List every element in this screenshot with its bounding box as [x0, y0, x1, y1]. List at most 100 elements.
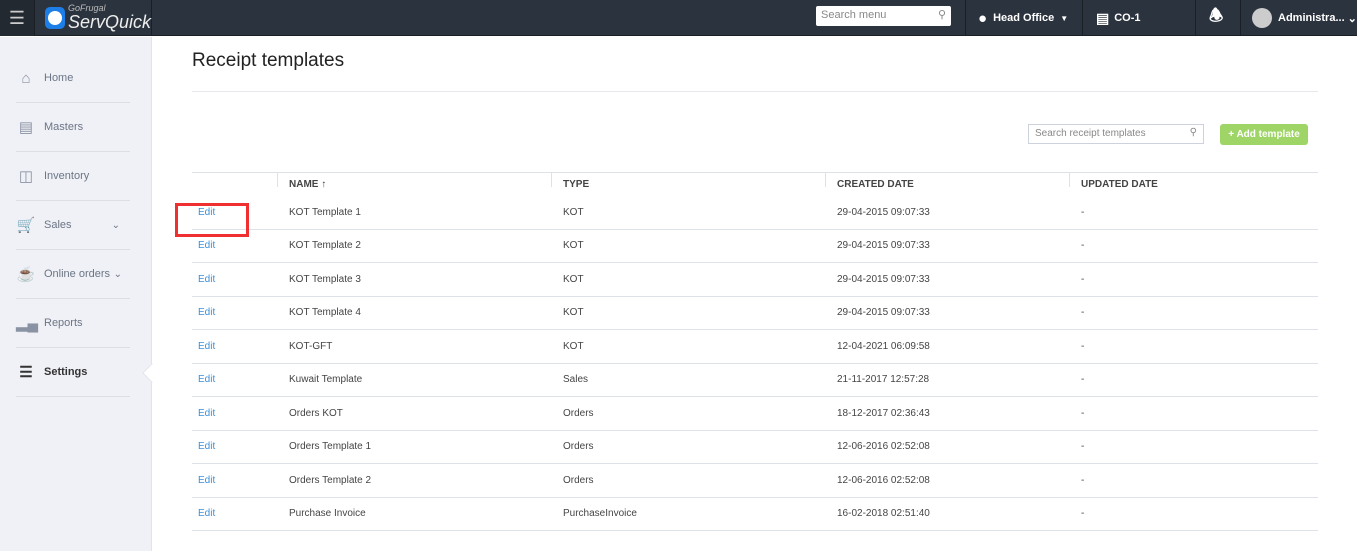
edit-link[interactable]: Edit — [192, 296, 277, 330]
cart-icon: 🛒 — [16, 217, 36, 234]
clock-logo-icon — [45, 7, 65, 29]
name-cell: KOT Template 4 — [277, 296, 551, 330]
created-date-cell: 12-06-2016 02:52:08 — [825, 430, 1069, 464]
templates-table: NAME ↑ TYPE CREATED DATE UPDATED DATE Ed… — [192, 172, 1318, 531]
sidebar-item-label: Online orders — [44, 268, 111, 280]
created-date-cell: 29-04-2015 09:07:33 — [825, 229, 1069, 263]
name-cell: Orders KOT — [277, 396, 551, 431]
masters-icon: ▤ — [18, 119, 34, 136]
table-row: Edit Orders Template 1 Orders 12-06-2016 02… — [192, 430, 1318, 464]
updated-date-cell: - — [1069, 463, 1318, 498]
created-date-cell: 18-12-2017 02:36:43 — [825, 396, 1069, 431]
edit-link[interactable]: Edit — [192, 497, 277, 531]
table-row: Edit KOT-GFT KOT 12-04-2021 06:09:58- — [192, 329, 1318, 364]
location-dropdown[interactable]: ● Head Office ▼ — [978, 0, 1068, 36]
sidebar-item-settings[interactable]: ☰ Settings — [16, 348, 130, 397]
settings-icon: ☰ — [19, 364, 33, 381]
search-placeholder: Search receipt templates — [1035, 128, 1146, 139]
name-cell: KOT Template 1 — [277, 195, 551, 230]
search-menu-input[interactable]: Search menu ⚲ — [816, 6, 951, 26]
name-cell: Purchase Invoice — [277, 497, 551, 531]
type-cell: KOT — [551, 262, 825, 297]
divider — [192, 91, 1318, 92]
type-cell: Sales — [551, 363, 825, 397]
chevron-down-icon: ⌄ — [1347, 12, 1357, 25]
type-cell: Orders — [551, 430, 825, 464]
updated-date-cell: - — [1069, 262, 1318, 297]
sidebar-item-label: Sales — [44, 219, 72, 231]
updated-date-cell: - — [1069, 329, 1318, 364]
sidebar-item-online-orders[interactable]: ☕ Online orders ⌄ — [16, 250, 130, 299]
add-template-button[interactable]: + Add template — [1220, 124, 1308, 145]
column-header-type[interactable]: TYPE — [551, 172, 825, 196]
online-orders-icon: ☕ — [16, 266, 36, 283]
logo-main-text: ServQuick — [67, 12, 151, 32]
type-cell: Orders — [551, 463, 825, 498]
sidebar-item-label: Masters — [44, 121, 84, 133]
created-date-cell: 29-04-2015 09:07:33 — [825, 296, 1069, 330]
pos-terminal-icon: ▤ — [1096, 9, 1110, 26]
sidebar-item-masters[interactable]: ▤ Masters — [16, 103, 130, 152]
edit-link[interactable]: Edit — [192, 463, 277, 498]
updated-date-cell: - — [1069, 363, 1318, 397]
counter-label: CO-1 — [1114, 12, 1141, 24]
column-header-created[interactable]: CREATED DATE — [825, 172, 1069, 196]
column-header-name[interactable]: NAME ↑ — [277, 172, 551, 196]
name-cell: Orders Template 2 — [277, 463, 551, 498]
logo[interactable]: GoFrugal ServQuick — [36, 0, 152, 36]
created-date-cell: 29-04-2015 09:07:33 — [825, 195, 1069, 230]
search-icon: ⚲ — [1189, 127, 1197, 138]
table-row: Edit Purchase Invoice PurchaseInvoice 16-02… — [192, 497, 1318, 531]
user-name: Administra... — [1278, 12, 1345, 24]
edit-link[interactable]: Edit — [192, 430, 277, 464]
reports-icon: ▂▄ — [16, 315, 39, 332]
caret-down-icon: ▼ — [1060, 13, 1069, 23]
menu-icon[interactable]: ☰ — [0, 0, 35, 36]
edit-link[interactable]: Edit — [192, 329, 277, 364]
updated-date-cell: - — [1069, 296, 1318, 330]
created-date-cell: 16-02-2018 02:51:40 — [825, 497, 1069, 531]
user-menu[interactable]: Administra... ⌄ — [1252, 0, 1357, 36]
table-row: Edit KOT Template 2 KOT 29-04-2015 09:07:33… — [192, 229, 1318, 263]
name-cell: KOT-GFT — [277, 329, 551, 364]
type-cell: Orders — [551, 396, 825, 431]
edit-link[interactable]: Edit — [192, 396, 277, 431]
bell-icon[interactable]: 🕭 — [1209, 0, 1223, 36]
name-cell: Kuwait Template — [277, 363, 551, 397]
updated-date-cell: - — [1069, 396, 1318, 431]
type-cell: PurchaseInvoice — [551, 497, 825, 531]
type-cell: KOT — [551, 296, 825, 330]
updated-date-cell: - — [1069, 497, 1318, 531]
name-cell: KOT Template 3 — [277, 262, 551, 297]
column-header-updated[interactable]: UPDATED DATE — [1069, 172, 1318, 196]
counter-selector[interactable]: ▤ CO-1 — [1096, 0, 1141, 36]
name-cell: KOT Template 2 — [277, 229, 551, 263]
search-templates-input[interactable]: Search receipt templates ⚲ — [1028, 124, 1204, 144]
sidebar-item-sales[interactable]: 🛒 Sales ⌄ — [16, 201, 130, 250]
sidebar-item-inventory[interactable]: ◫ Inventory — [16, 152, 130, 201]
type-cell: KOT — [551, 229, 825, 263]
sidebar-item-reports[interactable]: ▂▄ Reports — [16, 299, 130, 348]
table-row: Edit Orders KOT Orders 18-12-2017 02:36:43- — [192, 396, 1318, 431]
created-date-cell: 29-04-2015 09:07:33 — [825, 262, 1069, 297]
sidebar-item-label: Home — [44, 72, 74, 84]
table-row: Edit KOT Template 4 KOT 29-04-2015 09:07:33… — [192, 296, 1318, 330]
edit-link[interactable]: Edit — [192, 262, 277, 297]
search-placeholder: Search menu — [821, 9, 887, 21]
search-icon: ⚲ — [937, 9, 946, 21]
chevron-down-icon: ⌄ — [113, 268, 122, 280]
home-icon: ⌂ — [21, 69, 31, 87]
table-row: Edit KOT Template 3 KOT 29-04-2015 09:07:33… — [192, 262, 1318, 297]
top-bar: ☰ GoFrugal ServQuick Search menu ⚲ ● Head O… — [0, 0, 1357, 36]
type-cell: KOT — [551, 329, 825, 364]
location-label: Head Office — [993, 12, 1055, 24]
column-header-action — [192, 172, 277, 196]
updated-date-cell: - — [1069, 430, 1318, 464]
sidebar-item-home[interactable]: ⌂ Home — [16, 54, 130, 103]
edit-link[interactable]: Edit — [192, 363, 277, 397]
sidebar-item-label: Settings — [44, 366, 88, 378]
chevron-down-icon: ⌄ — [111, 219, 120, 231]
location-pin-icon: ● — [978, 9, 988, 27]
created-date-cell: 12-04-2021 06:09:58 — [825, 329, 1069, 364]
avatar — [1252, 8, 1272, 28]
